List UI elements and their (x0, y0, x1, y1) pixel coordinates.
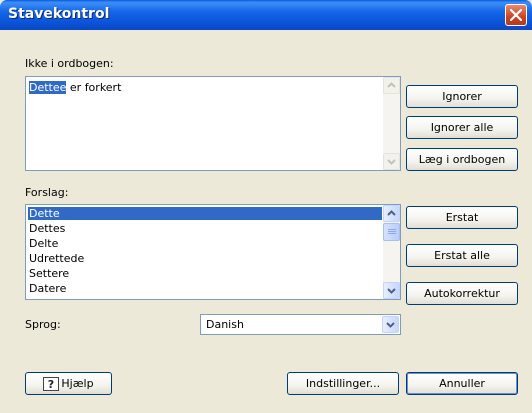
chevron-down-icon (386, 322, 395, 328)
language-label: Sprog: (25, 318, 61, 331)
replace-button-label: Erstat (445, 211, 479, 224)
autocorrect-button[interactable]: Autokorrektur (406, 282, 518, 305)
help-button-label: Hjælp (61, 377, 94, 390)
suggestion-item[interactable]: Datere (28, 282, 382, 295)
suggestions-scrollbar[interactable] (383, 205, 400, 299)
help-icon: ? (43, 377, 60, 391)
suggestions-scroll-up-button[interactable] (383, 205, 400, 222)
options-button[interactable]: Indstillinger... (287, 372, 399, 395)
replace-all-button[interactable]: Erstat alle (406, 244, 518, 267)
scroll-down-arrow-icon (387, 288, 396, 294)
suggestions-label: Forslag: (25, 186, 69, 199)
suggestion-item[interactable]: Dettes (28, 222, 382, 235)
scroll-up-arrow-icon (387, 82, 396, 88)
suggestions-scroll-down-button[interactable] (383, 282, 400, 299)
ignore-all-button-label: Ignorer alle (430, 121, 494, 134)
suggestions-scroll-thumb[interactable] (383, 223, 400, 241)
textbox-scroll-up-button[interactable] (383, 77, 400, 94)
ignore-button-label: Ignorer (442, 90, 482, 103)
autocorrect-button-label: Autokorrektur (424, 287, 500, 300)
replace-all-button-label: Erstat alle (434, 249, 490, 262)
not-in-dictionary-label: Ikke i ordbogen: (25, 57, 114, 70)
cancel-button[interactable]: Annuller (406, 372, 518, 395)
language-value: Danish (206, 318, 244, 331)
window-title: Stavekontrol (8, 6, 110, 22)
not-in-dictionary-textbox[interactable]: Dettee er forkert (25, 76, 401, 171)
suggestion-item[interactable]: Dette (28, 207, 382, 220)
spelling-dialog: Stavekontrol Ikke i ordbogen: Dettee er … (0, 0, 532, 413)
suggestion-item[interactable]: Settere (28, 267, 382, 280)
add-to-dictionary-button-label: Læg i ordbogen (418, 153, 506, 166)
close-button[interactable] (505, 4, 527, 26)
scroll-up-arrow-icon (387, 210, 396, 216)
scroll-down-arrow-icon (387, 159, 396, 165)
sentence-rest: er forkert (66, 81, 122, 94)
title-bar[interactable]: Stavekontrol (0, 0, 532, 30)
replace-button[interactable]: Erstat (406, 206, 518, 229)
cancel-button-label: Annuller (439, 377, 485, 390)
language-select[interactable]: Danish (200, 314, 401, 335)
sentence-text: Dettee er forkert (29, 81, 121, 94)
ignore-all-button[interactable]: Ignorer alle (406, 116, 518, 139)
textbox-scroll-down-button[interactable] (383, 153, 400, 170)
suggestion-item[interactable]: Udrettede (28, 252, 382, 265)
suggestions-list[interactable]: Dette Dettes Delte Udrettede Settere Dat… (25, 204, 401, 300)
help-button[interactable]: ? Hjælp (25, 372, 112, 395)
svg-text:?: ? (48, 378, 54, 391)
flagged-word[interactable]: Dettee (29, 81, 67, 94)
language-dropdown-button[interactable] (382, 316, 399, 333)
options-button-label: Indstillinger... (305, 377, 381, 390)
add-to-dictionary-button[interactable]: Læg i ordbogen (406, 148, 518, 171)
ignore-button[interactable]: Ignorer (406, 85, 518, 108)
close-icon (510, 9, 522, 21)
suggestion-item[interactable]: Delte (28, 237, 382, 250)
textbox-scrollbar[interactable] (383, 77, 400, 170)
